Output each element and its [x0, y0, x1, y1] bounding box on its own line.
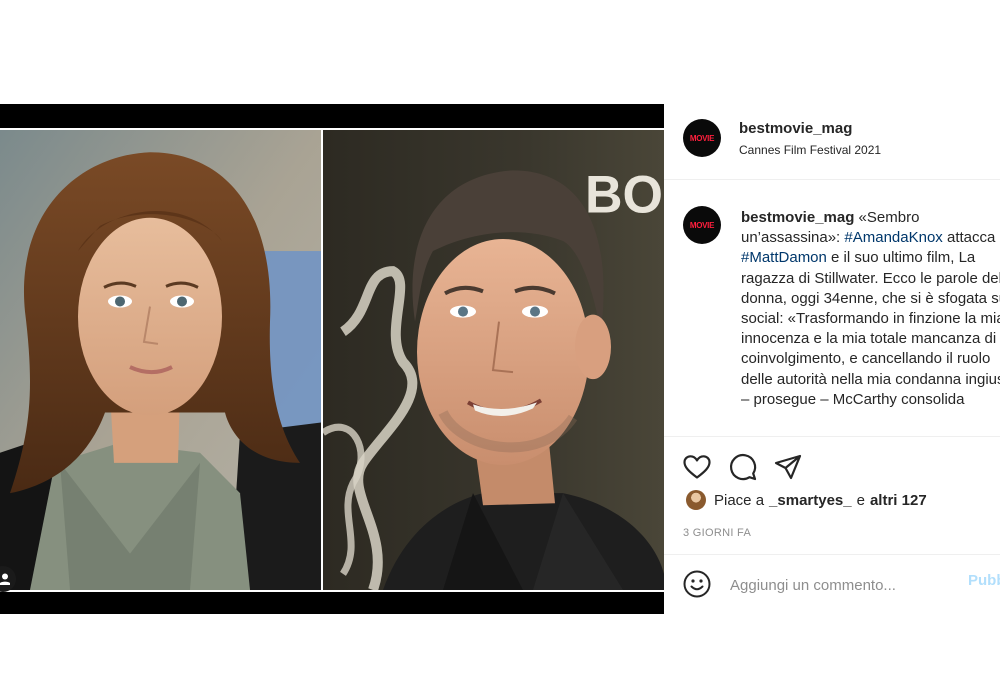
caption-text-part: e il suo ultimo film, La ragazza di Stil… — [741, 249, 1000, 408]
portrait-woman-image — [0, 130, 321, 590]
photo-right-portrait: BO — [323, 130, 664, 590]
caption-username[interactable]: bestmovie_mag — [741, 209, 854, 226]
portrait-man-image: BO — [323, 130, 664, 590]
comment-bar: Pubblica — [664, 554, 1000, 614]
post-photo[interactable]: BO — [0, 128, 664, 592]
comment-input[interactable] — [730, 573, 950, 597]
hashtag-link[interactable]: #AmandaKnox — [844, 229, 942, 246]
caption-text-part: attacca — [942, 229, 996, 247]
likes-conjunction: e — [856, 491, 865, 509]
caption-author-avatar[interactable]: MOVIE — [683, 206, 721, 244]
photo-left-portrait — [0, 130, 321, 590]
comment-icon[interactable] — [728, 452, 758, 482]
share-icon[interactable] — [773, 452, 803, 482]
post-location[interactable]: Cannes Film Festival 2021 — [739, 143, 881, 157]
background-sign-text: BO — [585, 167, 663, 225]
likes-prefix: Piace a — [714, 491, 765, 509]
publish-button[interactable]: Pubblica — [968, 572, 1000, 589]
post-header: MOVIE bestmovie_mag Cannes Film Festival… — [664, 104, 1000, 180]
hashtag-link[interactable]: #MattDamon — [741, 249, 827, 266]
post-media[interactable]: BO — [0, 104, 664, 614]
brand-logo-text: MOVIE — [689, 133, 715, 143]
liker-avatar[interactable] — [686, 490, 706, 510]
post-caption: MOVIE bestmovie_mag «Sembro un’assassina… — [664, 180, 1000, 436]
brand-logo-text: MOVIE — [689, 220, 715, 230]
author-avatar[interactable]: MOVIE — [683, 119, 721, 157]
likes-summary: Piace a _smartyes_ e altri 127 — [686, 490, 927, 510]
caption-text: bestmovie_mag «Sembro un’assassina»: #Am… — [741, 208, 1000, 410]
author-username[interactable]: bestmovie_mag — [739, 120, 852, 137]
post-timestamp[interactable]: 3 GIORNI FA — [683, 527, 751, 539]
post-side-panel: MOVIE bestmovie_mag Cannes Film Festival… — [664, 104, 1000, 614]
liker-username[interactable]: _smartyes_ — [769, 492, 852, 509]
heart-icon[interactable] — [682, 452, 712, 482]
emoji-icon[interactable] — [682, 569, 712, 599]
post-actions: Piace a _smartyes_ e altri 127 3 GIORNI … — [664, 436, 1000, 548]
likes-others-link[interactable]: altri 127 — [870, 492, 927, 509]
